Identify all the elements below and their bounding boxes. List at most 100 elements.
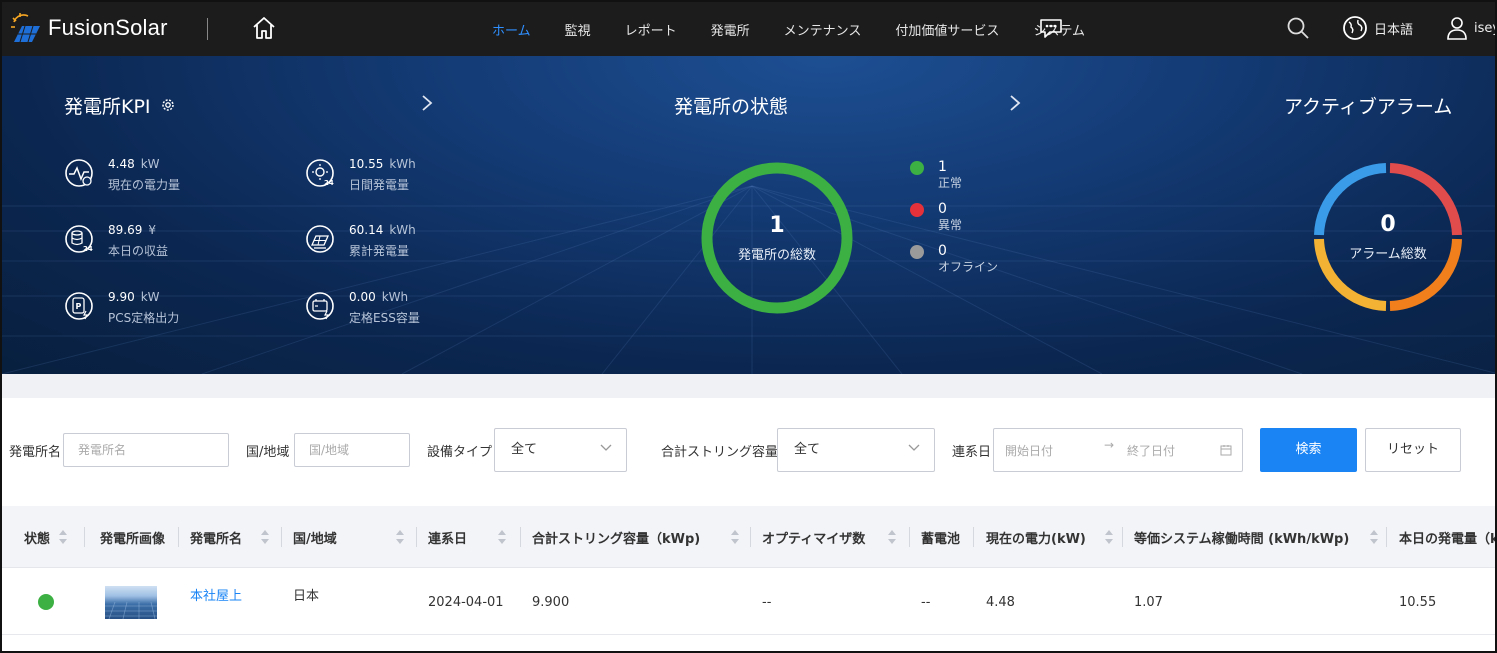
status-legend-normal[interactable]: 1 正常	[910, 159, 962, 191]
kpi-pcs-rated-output-value: 9.90	[108, 290, 135, 304]
kpi-title: 発電所KPI	[64, 92, 175, 119]
kpi-daily-energy-value: 10.55	[349, 157, 384, 171]
col-equiv-hours[interactable]: 等価システム稼働時間 (kWh/kWp)	[1134, 506, 1379, 568]
col-plant-name[interactable]: 発電所名	[190, 506, 270, 568]
language-selector[interactable]: 日本語	[1342, 15, 1413, 41]
kpi-total-energy-value: 60.14	[349, 223, 384, 237]
plant-total-ring: 1 発電所の総数	[698, 159, 856, 317]
active-alarms-title: アクティブアラーム	[1284, 96, 1453, 118]
calendar-icon[interactable]	[1220, 444, 1232, 456]
plant-status-chevron-right-icon[interactable]	[1008, 94, 1022, 112]
sort-icon[interactable]	[497, 528, 507, 546]
nav-value-added-services[interactable]: 付加価値サービス	[895, 20, 999, 39]
faulty-status-dot	[910, 203, 924, 217]
cell-current-power: 4.48	[986, 594, 1015, 610]
sort-icon[interactable]	[887, 528, 897, 546]
col-plant-image: 発電所画像	[100, 506, 165, 568]
nav-monitoring[interactable]: 監視	[565, 20, 591, 39]
offline-status-dot	[910, 245, 924, 259]
user-icon	[1447, 17, 1467, 40]
device-type-label: 設備タイプ	[427, 445, 493, 460]
start-date-input[interactable]: 開始日付	[1005, 442, 1053, 459]
kpi-pcs-rated-output: P 9.90 kW PCS定格出力	[64, 289, 179, 326]
plant-status-title: 発電所の状態	[674, 96, 789, 118]
cell-equiv-hours: 1.07	[1134, 594, 1163, 610]
cell-optimizers: --	[762, 594, 772, 610]
status-legend-faulty[interactable]: 0 異常	[910, 201, 962, 233]
col-optimizers[interactable]: オプティマイザ数	[762, 506, 897, 568]
top-navigation-bar: FusionSolar ホーム 監視 レポート 発電所 メンテナンス 付加価値サ…	[2, 2, 1495, 56]
kpi-total-energy-unit: kWh	[389, 223, 416, 237]
logo-text: FusionSolar	[48, 15, 168, 40]
normal-status-dot	[910, 161, 924, 175]
col-string-capacity-label: 合計ストリング容量（kWp)	[532, 531, 701, 547]
plant-name-link[interactable]: 本社屋上	[190, 561, 242, 627]
grid-date-range-picker[interactable]: 開始日付 → 終了日付	[993, 428, 1243, 472]
sort-icon[interactable]	[58, 528, 68, 546]
sort-icon[interactable]	[1369, 528, 1379, 546]
device-type-select[interactable]: 全て	[494, 428, 627, 472]
nav-maintenance[interactable]: メンテナンス	[784, 20, 862, 39]
plant-name-input[interactable]: 発電所名	[63, 433, 229, 467]
device-type-value: 全て	[511, 442, 538, 457]
solar-panel-icon	[306, 225, 334, 253]
cell-string-capacity: 9.900	[532, 594, 570, 610]
nav-plants[interactable]: 発電所	[711, 20, 750, 39]
user-name: isey	[1474, 20, 1495, 36]
column-divider	[520, 527, 521, 547]
search-button[interactable]: 検索	[1260, 428, 1357, 472]
status-normal-dot	[38, 594, 54, 610]
alarm-total-ring[interactable]: 0 アラーム総数	[1312, 161, 1464, 313]
region-input[interactable]: 国/地域	[294, 433, 410, 467]
cell-plant-image	[105, 569, 157, 635]
reset-button[interactable]: リセット	[1365, 428, 1461, 472]
sort-icon[interactable]	[395, 528, 405, 546]
col-status-label: 状態	[24, 531, 51, 547]
sort-icon[interactable]	[260, 528, 270, 546]
col-status[interactable]: 状態	[24, 506, 68, 568]
plant-table-header: 状態 発電所画像 発電所名 国/地域 連系日 合計ストリング容量（kWp) オプ…	[2, 506, 1497, 568]
col-grid-date[interactable]: 連系日	[428, 506, 507, 568]
kpi-chevron-right-icon[interactable]	[420, 94, 434, 112]
offline-label: オフライン	[938, 260, 999, 274]
status-legend-offline[interactable]: 0 オフライン	[910, 243, 998, 275]
alarm-total-count: 0	[1380, 212, 1396, 237]
header-divider	[207, 18, 208, 40]
column-divider	[84, 527, 85, 547]
nav-report[interactable]: レポート	[625, 20, 677, 39]
col-today-energy[interactable]: 本日の発電量（kWh)	[1399, 506, 1497, 568]
sort-icon[interactable]	[1104, 528, 1114, 546]
chat-icon[interactable]	[1038, 17, 1064, 39]
col-current-power[interactable]: 現在の電力(kW)	[986, 506, 1114, 568]
col-grid-date-label: 連系日	[428, 531, 468, 547]
normal-count: 1	[938, 159, 947, 175]
kpi-rated-ess-capacity: 0.00 kWh 定格ESS容量	[305, 289, 420, 326]
fusionsolar-logo-icon	[11, 13, 40, 43]
plant-total-count: 1	[769, 213, 785, 238]
fusionsolar-logo[interactable]: FusionSolar	[8, 12, 168, 44]
cell-grid-date: 2024-04-01	[428, 594, 504, 610]
col-today-energy-label: 本日の発電量（kWh)	[1399, 531, 1497, 547]
col-string-capacity[interactable]: 合計ストリング容量（kWp)	[532, 506, 740, 568]
sort-icon[interactable]	[730, 528, 740, 546]
table-row[interactable]: 本社屋上 日本 2024-04-01 9.900 -- -- 4.48 1.07…	[2, 569, 1495, 635]
date-range-arrow-icon: →	[1104, 438, 1115, 452]
svg-text:P: P	[76, 302, 82, 311]
nav-home[interactable]: ホーム	[492, 20, 531, 39]
globe-icon	[1343, 16, 1367, 40]
cell-battery: --	[921, 594, 931, 610]
plant-thumbnail-image[interactable]	[105, 585, 157, 619]
column-divider	[416, 527, 417, 547]
home-icon[interactable]	[250, 14, 278, 42]
settings-gear-icon[interactable]	[161, 98, 175, 112]
col-region[interactable]: 国/地域	[293, 506, 405, 568]
string-capacity-select[interactable]: 全て	[777, 428, 935, 472]
alarm-total-label: アラーム総数	[1349, 247, 1427, 262]
kpi-pcs-rated-output-label: PCS定格出力	[108, 311, 180, 325]
string-capacity-value: 全て	[794, 442, 821, 457]
app-window: FusionSolar ホーム 監視 レポート 発電所 メンテナンス 付加価値サ…	[0, 0, 1497, 653]
end-date-input[interactable]: 終了日付	[1127, 442, 1175, 459]
search-icon[interactable]	[1286, 16, 1310, 40]
user-menu[interactable]: isey	[1446, 15, 1495, 41]
section-divider-band	[2, 374, 1495, 398]
